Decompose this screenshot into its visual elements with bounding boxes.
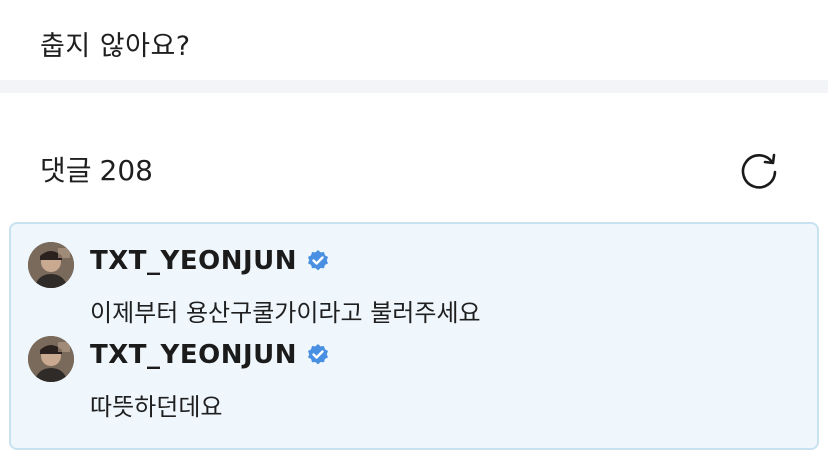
- refresh-button[interactable]: [739, 150, 779, 190]
- comment-text: 이제부터 용산구쿨가이라고 불러주세요: [90, 299, 481, 327]
- username[interactable]: TXT_YEONJUN: [90, 246, 297, 276]
- username[interactable]: TXT_YEONJUN: [90, 340, 297, 370]
- section-divider: [0, 80, 828, 93]
- refresh-icon: [741, 153, 777, 189]
- verified-badge-icon: [308, 250, 329, 271]
- comments-title: 댓글 208: [40, 149, 153, 189]
- comment-item: TXT_YEONJUN 이제부터 용산구쿨가이라고 불러주세요: [11, 242, 817, 338]
- comments-header: 댓글 208: [0, 93, 828, 223]
- post-text: 춥지 않아요?: [40, 31, 191, 62]
- comment-text: 따뜻하던데요: [90, 393, 223, 421]
- comments-label: 댓글: [40, 154, 92, 187]
- comment-item: TXT_YEONJUN 따뜻하던데요: [11, 336, 817, 432]
- comments-count: 208: [99, 154, 153, 187]
- comment-thread: TXT_YEONJUN 이제부터 용산구쿨가이라고 불러주세요 TXT_YEON…: [9, 222, 819, 450]
- post-section: 춥지 않아요?: [0, 0, 828, 80]
- username-row: TXT_YEONJUN: [90, 338, 330, 372]
- username-row: TXT_YEONJUN: [90, 244, 330, 278]
- avatar[interactable]: [28, 336, 74, 382]
- avatar[interactable]: [28, 242, 74, 288]
- verified-badge-icon: [308, 344, 329, 365]
